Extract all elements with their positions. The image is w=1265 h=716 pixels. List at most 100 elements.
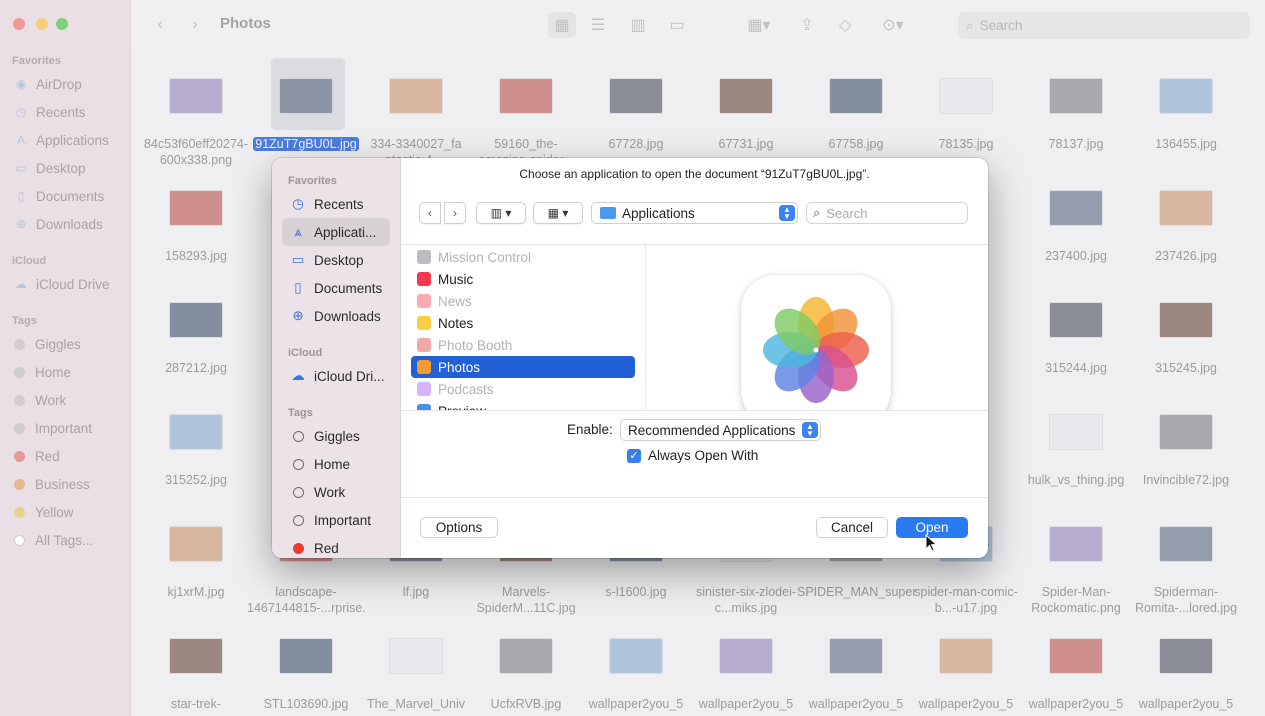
dialog-title: Choose an application to open the docume… [519,167,870,181]
file-name: kj1xrM.jpg [137,584,255,600]
file-thumbnail [719,78,773,114]
file-name: 287212.jpg [137,360,255,376]
dialog-tag-home[interactable]: Home [282,450,390,478]
chevron-updown-icon: ▲ ▼ [779,205,795,221]
dialog-sidebar-item-downloads[interactable]: ⊕ Downloads [282,302,390,330]
dialog-sidebar-item-desktop[interactable]: ▭ Desktop [282,246,390,274]
finder-sidebar-item-documents[interactable]: ▯ Documents [14,185,105,207]
action-button[interactable]: ⊙▾ [873,12,913,38]
file-name-text: wallpaper2you_5 [808,697,904,711]
always-open-checkbox[interactable]: ✓ [627,448,641,463]
file-name-text: spider-man-comic-b...-u17.jpg [914,585,1018,615]
dialog-forward-button[interactable]: › [444,202,466,224]
finder-sidebar-item-recents[interactable]: ◷ Recents [14,101,86,123]
dialog-tag-work[interactable]: Work [282,478,390,506]
file-name: 136455.jpg [1127,136,1245,152]
cancel-button[interactable]: Cancel [816,517,888,538]
file-thumbnail [389,78,443,114]
airdrop-icon: ◉ [15,77,27,91]
file-thumbnail [169,302,223,338]
file-name-text: lf.jpg [402,585,430,599]
tag-ring-icon [293,486,304,498]
app-item-photos[interactable]: Photos [411,356,635,378]
dialog-group-button[interactable]: ▦ ▾ [533,202,583,224]
dialog-sidebar-item-documents[interactable]: ▯ Documents [282,274,390,302]
file-name-text: landscape-1467144815-...rprise.jpg [247,585,365,615]
app-item-label: News [438,293,472,309]
file-thumbnail [939,638,993,674]
forward-button[interactable]: › [185,12,205,38]
finder-sidebar-item-applications[interactable]: A Applications [14,129,109,151]
minimize-window-button[interactable] [36,18,48,30]
file-name: 91ZuT7gBU0L.jpg [247,136,365,152]
column-view-button[interactable]: ▥ [625,12,651,38]
options-button[interactable]: Options [420,517,498,538]
finder-sidebar-item-icloud-drive[interactable]: ☁ iCloud Drive [14,273,110,295]
finder-tag-business[interactable]: Business [14,473,90,495]
dialog-search-input[interactable]: ⌕ Search [806,202,968,224]
close-window-button[interactable] [13,18,25,30]
file-name: 67728.jpg [577,136,695,152]
finder-tag-work[interactable]: Work [14,389,66,411]
finder-tag-home[interactable]: Home [14,361,71,383]
finder-search-field[interactable]: ⌕ Search [958,12,1250,39]
dialog-tag-giggles[interactable]: Giggles [282,422,390,450]
zoom-window-button[interactable] [56,18,68,30]
desktop-icon: ▭ [291,252,305,267]
file-name: 315244.jpg [1017,360,1135,376]
tag-dot-icon [14,506,25,518]
app-item-photo-booth: Photo Booth [411,334,635,356]
back-button[interactable]: ‹ [150,12,170,38]
share-button[interactable]: ⇪ [795,12,819,38]
dialog-tag-red[interactable]: Red [282,534,390,558]
file-thumbnail [1049,190,1103,226]
download-icon: ⊕ [15,217,27,231]
always-open-with-option[interactable]: ✓ Always Open With [627,448,758,463]
tag-button[interactable]: ◇ [833,12,857,38]
finder-sidebar-item-downloads[interactable]: ⊕ Downloads [14,213,103,235]
dialog-column-view-button[interactable]: ▥ ▾ [476,202,526,224]
finder-tag-yellow[interactable]: Yellow [14,501,74,523]
icon-view-button[interactable]: ▦ [548,12,576,38]
file-name-text: 315245.jpg [1155,361,1217,375]
application-list[interactable]: Mission Control Music News Notes Photo Booth… [401,245,646,411]
file-name-text: The_Marvel_Univ [367,697,465,711]
location-popup[interactable]: Applications ▲ ▼ [591,202,798,224]
file-name-text: 78135.jpg [938,137,994,151]
ellipsis-icon: ⊙▾ [882,17,904,34]
dialog-sidebar-item-applications[interactable]: ⩓ Applicati... [282,218,390,246]
tag-dot-icon [14,478,25,490]
app-item-label: Preview [438,403,487,411]
file-name: lf.jpg [357,584,475,600]
list-view-button[interactable]: ☰ [586,12,610,38]
finder-sidebar-item-desktop[interactable]: ▭ Desktop [14,157,85,179]
finder-tag-important[interactable]: Important [14,417,92,439]
file-name: SPIDER_MAN_superhero...1440.jpg [797,584,915,600]
file-name: wallpaper2you_5 [907,696,1025,712]
app-item-preview[interactable]: Preview [411,400,635,411]
dialog-sidebar-item-icloud-drive[interactable]: ☁ iCloud Dri... [282,362,390,390]
finder-tag-all[interactable]: All Tags... [14,529,93,551]
dialog-sidebar-item-recents[interactable]: ◷ Recents [282,190,390,218]
file-thumbnail [609,78,663,114]
clock-icon: ◷ [292,196,304,211]
gallery-view-button[interactable]: ▭ [664,12,690,38]
finder-tag-red[interactable]: Red [14,445,60,467]
document-icon: ▯ [17,189,25,203]
file-name-text: star-trek- [171,697,221,711]
gallery-icon: ▭ [669,17,685,34]
file-name-text: wallpaper2you_5 [1138,697,1234,711]
app-item-music[interactable]: Music [411,268,635,290]
file-name: wallpaper2you_5 [1127,696,1245,712]
group-button[interactable]: ▦▾ [740,12,778,38]
file-name: Spider-Man-Rockomatic.png [1017,584,1135,616]
app-item-notes[interactable]: Notes [411,312,635,334]
finder-sidebar: Favorites ◉ AirDrop ◷ Recents A Application… [0,0,131,716]
dialog-tag-important[interactable]: Important [282,506,390,534]
file-name-text: kj1xrM.jpg [167,585,225,599]
dialog-back-button[interactable]: ‹ [419,202,441,224]
enable-popup[interactable]: Recommended Applications ▲ ▼ [620,419,821,441]
finder-sidebar-item-airdrop[interactable]: ◉ AirDrop [14,73,82,95]
chevron-updown-icon: ▲ ▼ [802,422,818,438]
finder-tag-giggles[interactable]: Giggles [14,333,81,355]
